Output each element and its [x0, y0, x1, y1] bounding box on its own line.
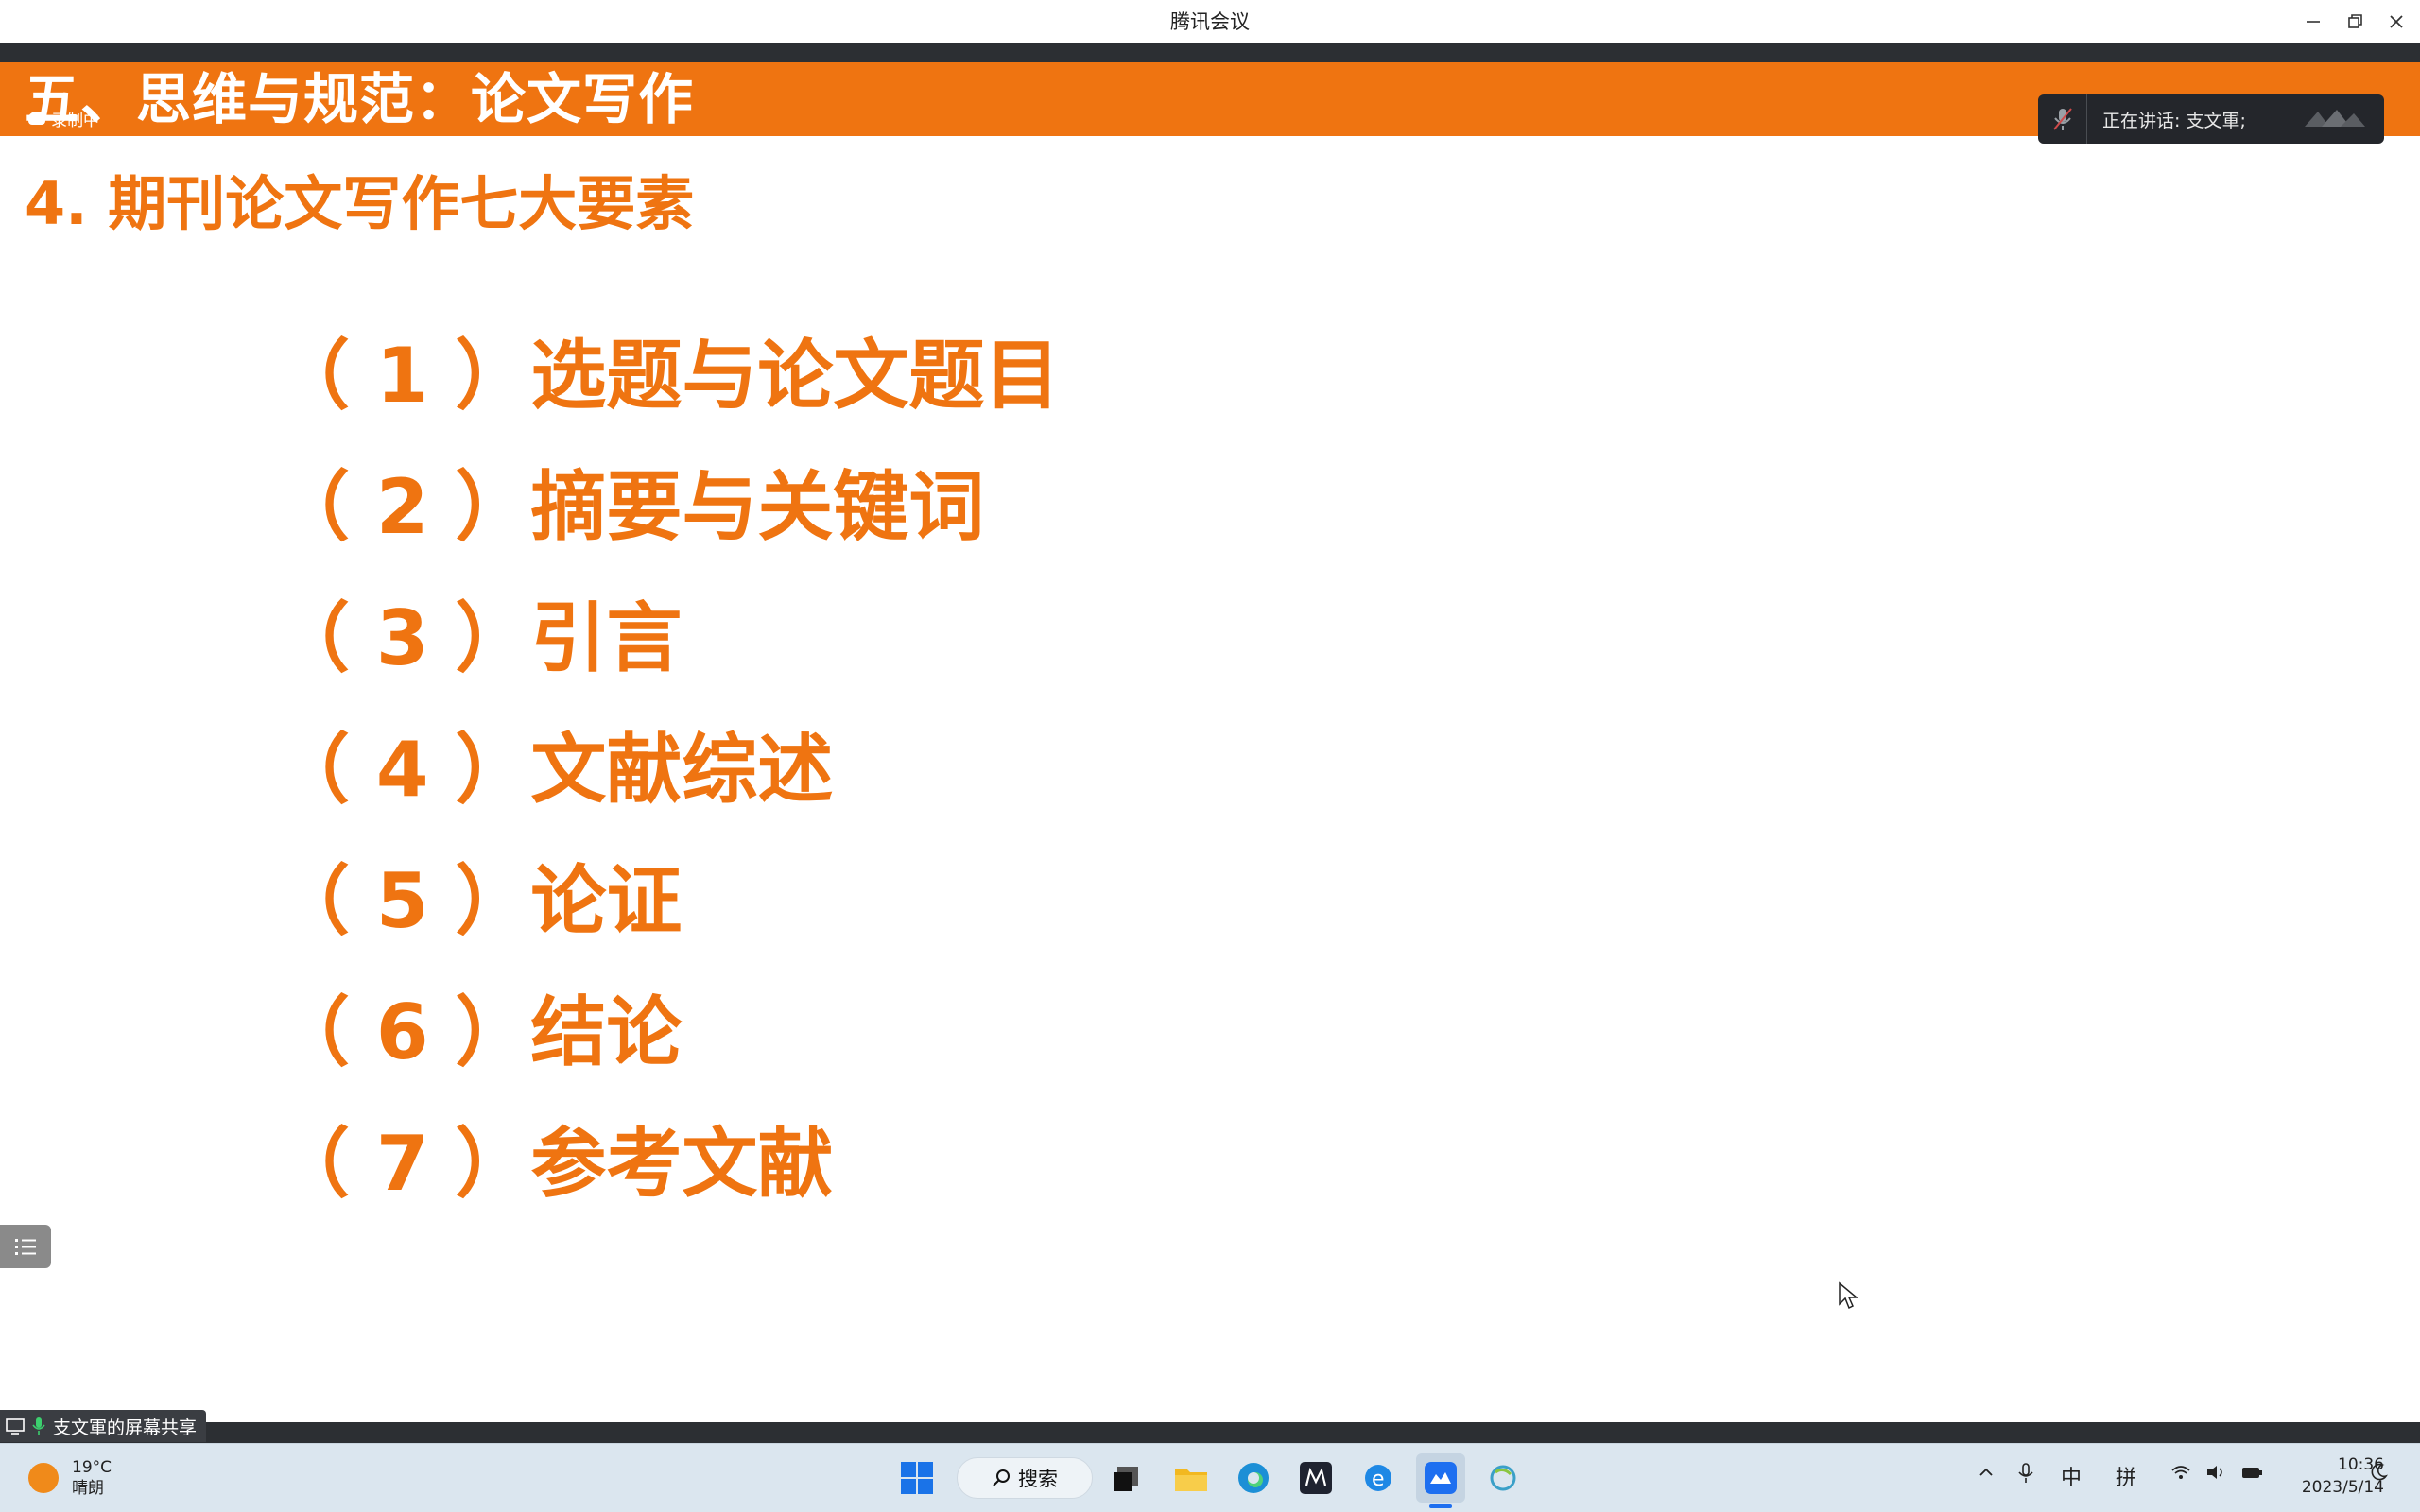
chevron-up-icon	[1979, 1468, 1993, 1476]
screen-share-label[interactable]: 支文軍的屏幕共享	[0, 1410, 207, 1442]
taskbar: 19°C 晴朗 搜索 e 中 拼 10:36 2023/5/14	[0, 1443, 2420, 1512]
sunny-icon	[28, 1463, 59, 1493]
tray-overflow-button[interactable]	[1978, 1463, 1995, 1486]
slide-item-6: （ 6 ）结论	[274, 988, 683, 1076]
app-tile-icon	[1300, 1462, 1332, 1494]
slide-item-4: （ 4 ）文献综述	[274, 726, 834, 814]
slide-item-5: （ 5 ）论证	[274, 857, 683, 945]
muted-mic-icon	[2038, 94, 2087, 144]
svg-text:e: e	[1372, 1468, 1385, 1491]
speaker-avatar-icon	[2305, 110, 2365, 127]
microphone-icon	[2018, 1463, 2033, 1483]
recording-badge[interactable]: 录制中	[28, 106, 99, 130]
volume-icon	[2207, 1466, 2222, 1479]
folder-icon	[1175, 1469, 1207, 1491]
search-icon	[993, 1469, 1010, 1486]
app-button-swirl[interactable]	[1478, 1453, 1528, 1503]
weather-temp: 19°C	[72, 1458, 112, 1477]
meeting-top-strip	[0, 43, 2420, 62]
minimize-button[interactable]	[2291, 0, 2335, 43]
quick-settings-button[interactable]	[2170, 1463, 2263, 1486]
minimize-icon	[2307, 21, 2320, 23]
slide-item-7: （ 7 ）参考文献	[274, 1120, 834, 1208]
restore-icon	[2348, 14, 2362, 28]
ime-mode[interactable]: 拼	[2116, 1461, 2136, 1491]
tray-mic-button[interactable]	[2017, 1463, 2034, 1489]
close-icon	[2390, 15, 2403, 28]
mouse-cursor-icon	[1839, 1281, 1858, 1310]
restore-button[interactable]	[2333, 0, 2377, 43]
app-button-black[interactable]	[1291, 1453, 1340, 1503]
battery-icon	[2242, 1468, 2262, 1478]
close-button[interactable]	[2375, 0, 2418, 43]
weather-desc: 晴朗	[72, 1479, 104, 1498]
ie-browser-icon: e	[1365, 1465, 1392, 1491]
mic-active-icon	[32, 1418, 45, 1435]
edge-button[interactable]	[1229, 1453, 1278, 1503]
file-explorer-button[interactable]	[1167, 1453, 1216, 1503]
recording-label: 录制中	[51, 111, 99, 130]
app-swirl-icon	[1490, 1465, 1516, 1491]
ie-button[interactable]: e	[1354, 1453, 1403, 1503]
start-button[interactable]	[892, 1453, 942, 1503]
window-title: 腾讯会议	[1170, 10, 1250, 33]
tencent-meeting-button[interactable]	[1416, 1453, 1465, 1503]
screen-share-icon	[6, 1418, 25, 1435]
slide-item-3: （ 3 ）引言	[274, 594, 683, 682]
edge-browser-icon	[1238, 1463, 1269, 1493]
screen-share-text: 支文軍的屏幕共享	[53, 1417, 198, 1438]
slide-item-2: （ 2 ）摘要与关键词	[274, 463, 985, 551]
slide-subtitle: 4. 期刊论文写作七大要素	[25, 169, 695, 238]
speaker-panel[interactable]: 正在讲话: 支文軍;	[2038, 94, 2384, 144]
weather-widget[interactable]: 19°C 晴朗	[28, 1457, 112, 1499]
window-titlebar: 腾讯会议	[0, 0, 2420, 43]
task-view-button[interactable]	[1102, 1453, 1151, 1503]
list-icon	[15, 1239, 36, 1255]
search-label: 搜索	[1018, 1468, 1058, 1490]
tencent-meeting-icon	[1425, 1462, 1457, 1494]
speaker-label: 正在讲话: 支文軍;	[2102, 110, 2246, 131]
slide-header-title: 五、思维与规范：论文写作	[25, 67, 695, 131]
wifi-icon	[2171, 1466, 2190, 1479]
slide-item-1: （ 1 ）选题与论文题目	[274, 332, 1061, 420]
recording-icon	[28, 112, 45, 125]
moon-icon	[2371, 1463, 2388, 1481]
taskbar-search[interactable]: 搜索	[957, 1457, 1093, 1499]
active-app-indicator	[1429, 1504, 1452, 1508]
toc-button[interactable]	[0, 1225, 51, 1268]
share-strip	[0, 1422, 2420, 1443]
ime-language[interactable]: 中	[2061, 1461, 2082, 1491]
notification-button[interactable]	[2369, 1463, 2388, 1487]
task-view-icon	[1114, 1467, 1138, 1491]
windows-start-icon	[901, 1462, 933, 1494]
